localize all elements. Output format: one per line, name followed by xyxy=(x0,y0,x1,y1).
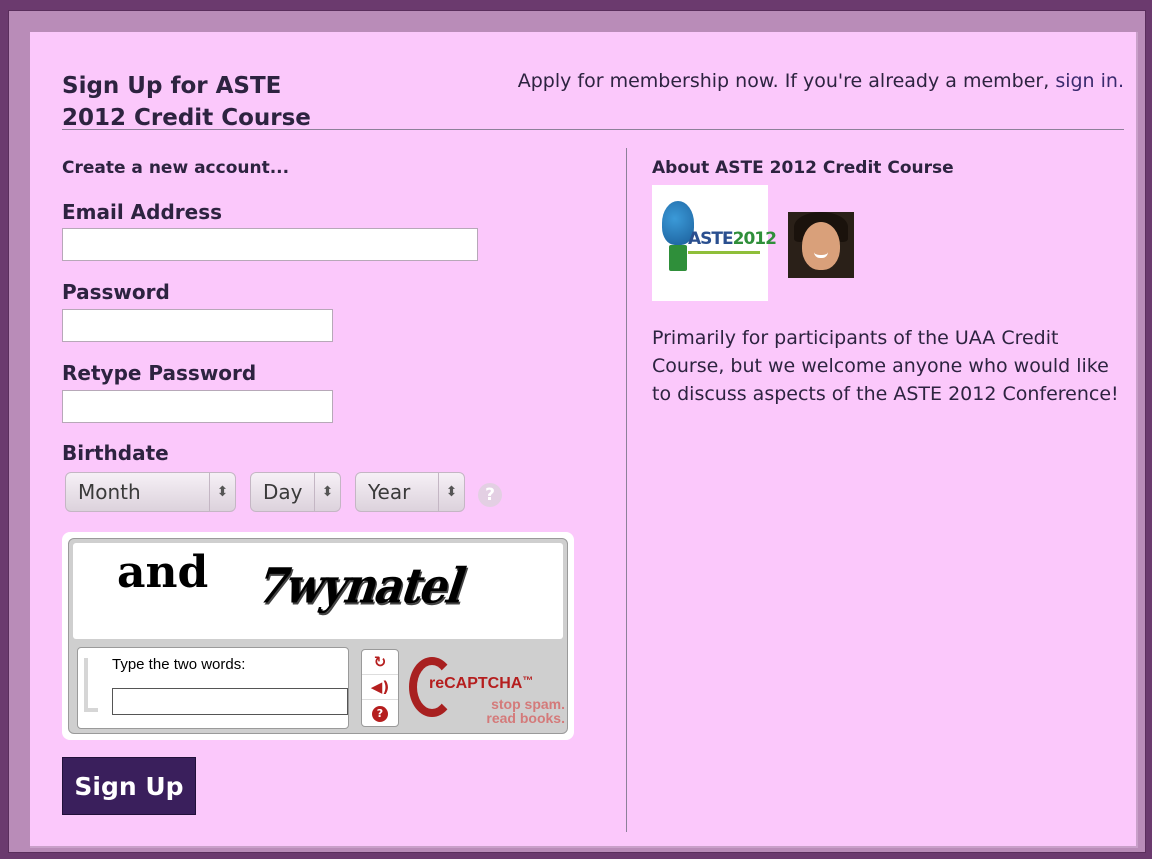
day-select[interactable]: Day ⬍ xyxy=(250,472,341,512)
day-select-value: Day xyxy=(263,480,303,504)
email-field[interactable] xyxy=(62,228,478,261)
page-title: Sign Up for ASTE 2012 Credit Course xyxy=(62,73,311,131)
logo-text: ASTE2012 xyxy=(688,229,777,249)
select-arrows-icon: ⬍ xyxy=(209,473,235,511)
header-divider xyxy=(62,129,1124,130)
password-field[interactable] xyxy=(62,309,333,342)
birthdate-label: Birthdate xyxy=(62,441,169,465)
about-description: Primarily for participants of the UAA Cr… xyxy=(652,327,1119,405)
password-label: Password xyxy=(62,280,170,304)
column-divider xyxy=(626,148,627,832)
outer-frame: Sign Up for ASTE 2012 Credit Course Appl… xyxy=(8,10,1146,853)
recaptcha-tagline-2: read books. xyxy=(486,710,565,726)
form-subtitle: Create a new account... xyxy=(62,158,290,178)
logo-text-year: 2012 xyxy=(732,229,777,249)
help-icon[interactable]: ? xyxy=(362,700,398,725)
captcha-prompt: Type the two words: xyxy=(112,656,246,673)
captcha-word-1: and xyxy=(117,547,209,598)
month-select[interactable]: Month ⬍ xyxy=(65,472,236,512)
retype-password-field[interactable] xyxy=(62,390,333,423)
arrow-icon xyxy=(84,658,98,712)
header-note-text: Apply for membership now. If you're alre… xyxy=(517,70,1050,92)
captcha-entry-box: Type the two words: xyxy=(77,647,349,729)
recaptcha-tm: ™ xyxy=(522,675,534,687)
captcha-word-2: 7wynatel xyxy=(249,558,472,615)
about-title: About ASTE 2012 Credit Course xyxy=(652,158,954,178)
recaptcha-brand: reCAPTCHA™ xyxy=(429,675,533,693)
lightbulb-base-icon xyxy=(669,245,687,271)
aste-logo: ASTE2012 xyxy=(652,185,777,301)
email-label: Email Address xyxy=(62,200,223,224)
captcha-response-input[interactable] xyxy=(112,688,348,715)
audio-icon[interactable]: ◀) xyxy=(362,675,398,700)
recaptcha-widget: and 7wynatel Type the two words: ↻ ◀) ? … xyxy=(62,532,574,740)
sign-up-button[interactable]: Sign Up xyxy=(62,757,196,815)
refresh-icon[interactable]: ↻ xyxy=(362,650,398,675)
avatar-face xyxy=(802,222,840,270)
signup-panel: Sign Up for ASTE 2012 Credit Course Appl… xyxy=(30,32,1138,848)
retype-password-label: Retype Password xyxy=(62,361,257,385)
birthdate-help-icon[interactable]: ? xyxy=(478,483,502,507)
captcha-image: and 7wynatel xyxy=(73,543,563,639)
year-select-value: Year xyxy=(368,480,411,504)
logo-underline xyxy=(688,251,760,254)
header-note: Apply for membership now. If you're alre… xyxy=(518,70,1124,92)
select-arrows-icon: ⬍ xyxy=(314,473,340,511)
avatar[interactable] xyxy=(788,212,854,278)
captcha-controls: ↻ ◀) ? xyxy=(361,649,399,727)
select-arrows-icon: ⬍ xyxy=(438,473,464,511)
recaptcha-brand-text: reCAPTCHA xyxy=(429,675,523,692)
year-select[interactable]: Year ⬍ xyxy=(355,472,465,512)
recaptcha-inner: and 7wynatel Type the two words: ↻ ◀) ? … xyxy=(68,538,568,734)
logo-text-aste: ASTE xyxy=(688,229,734,249)
recaptcha-tagline: stop spam. read books. xyxy=(473,697,565,725)
recaptcha-tagline-1: stop spam. xyxy=(491,696,565,712)
sign-in-link[interactable]: sign in. xyxy=(1055,70,1124,92)
month-select-value: Month xyxy=(78,480,141,504)
